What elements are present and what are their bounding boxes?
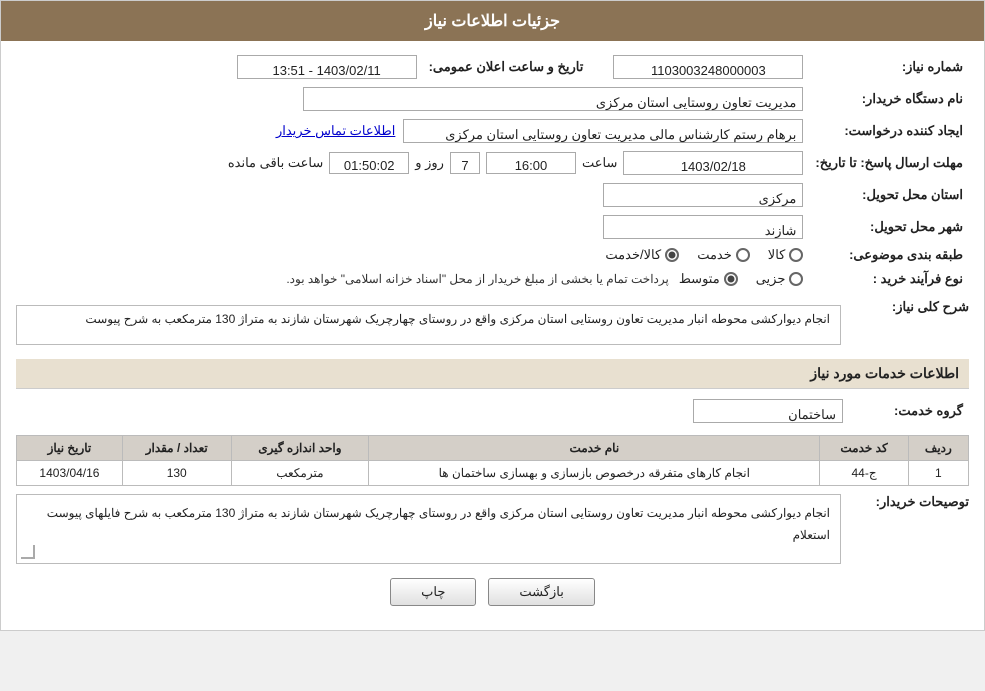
page-title: جزئیات اطلاعات نیاز	[1, 1, 984, 41]
print-button[interactable]: چاپ	[390, 578, 476, 606]
farayand-jozi[interactable]: جزیی	[756, 271, 804, 287]
mohlat-roz-value: 7	[450, 152, 480, 174]
tabaghe-khedmat[interactable]: خدمت	[697, 247, 750, 263]
tabaghe-label: طبقه بندی موضوعی:	[809, 243, 969, 267]
back-button[interactable]: بازگشت	[488, 578, 594, 606]
cell-0: 1	[908, 461, 968, 486]
cell-3: مترمکعب	[231, 461, 369, 486]
mohlat-mande-label: ساعت باقی مانده	[228, 155, 323, 171]
tabaghe-kala-label: کالا	[768, 247, 786, 263]
col-nam: نام خدمت	[369, 436, 820, 461]
ijad-kanandeh-label: ایجاد کننده درخواست:	[809, 115, 969, 147]
shahr-label: شهر محل تحویل:	[809, 211, 969, 243]
shomare-niaz-value: 1103003248000003	[613, 55, 803, 79]
mohlat-saat-value: 16:00	[486, 152, 576, 174]
mohlat-label: مهلت ارسال پاسخ: تا تاریخ:	[809, 147, 969, 179]
radio-motavaset-icon	[724, 272, 738, 286]
radio-kala-khedmat-icon	[665, 248, 679, 262]
cell-1: ج-44	[820, 461, 908, 486]
group-value: ساختمان	[693, 399, 843, 423]
tarikh-label: تاریخ و ساعت اعلان عمومی:	[423, 51, 590, 83]
services-section-title: اطلاعات خدمات مورد نیاز	[16, 359, 969, 389]
mohlat-saat-label: ساعت	[582, 155, 617, 171]
ijad-kanandeh-link[interactable]: اطلاعات تماس خریدار	[276, 123, 395, 139]
tabaghe-kala-khedmat[interactable]: کالا/خدمت	[605, 247, 679, 263]
tarikh-value: 1403/02/11 - 13:51	[237, 55, 417, 79]
tabaghe-khedmat-label: خدمت	[697, 247, 732, 263]
ostan-value: مرکزی	[603, 183, 803, 207]
cell-4: 130	[122, 461, 231, 486]
mohlat-date: 1403/02/18	[623, 151, 803, 175]
ijad-kanandeh-value: برهام رستم کارشناس مالی مدیریت تعاون روس…	[403, 119, 803, 143]
noe-farayand-label: نوع فرآیند خرید :	[809, 267, 969, 291]
nam-dastgah-value: مدیریت تعاون روستایی استان مرکزی	[303, 87, 803, 111]
services-table: ردیف کد خدمت نام خدمت واحد اندازه گیری ت…	[16, 435, 969, 486]
radio-kala-icon	[789, 248, 803, 262]
sharh-value: انجام دیوارکشی محوطه انبار مدیریت تعاون …	[16, 305, 841, 345]
shomare-niaz-label: شماره نیاز:	[809, 51, 969, 83]
tabaghe-kala-khedmat-label: کالا/خدمت	[605, 247, 661, 263]
col-tedad: تعداد / مقدار	[122, 436, 231, 461]
radio-jozi-icon	[789, 272, 803, 286]
radio-khedmat-icon	[736, 248, 750, 262]
description-text: انجام دیوارکشی محوطه انبار مدیریت تعاون …	[16, 494, 841, 564]
cell-2: انجام کارهای متفرقه درخصوص بازسازی و بهس…	[369, 461, 820, 486]
mohlat-roz-label: روز و	[415, 155, 444, 171]
cell-5: 1403/04/16	[17, 461, 123, 486]
col-vahed: واحد اندازه گیری	[231, 436, 369, 461]
nam-dastgah-label: نام دستگاه خریدار:	[809, 83, 969, 115]
sharh-label: شرح کلی نیاز:	[849, 299, 969, 315]
col-tarikh: تاریخ نیاز	[17, 436, 123, 461]
mohlat-mande-value: 01:50:02	[329, 152, 409, 174]
shahr-value: شازند	[603, 215, 803, 239]
table-row: 1ج-44انجام کارهای متفرقه درخصوص بازسازی …	[17, 461, 969, 486]
ostan-label: استان محل تحویل:	[809, 179, 969, 211]
farayand-motavaset-label: متوسط	[679, 271, 720, 287]
buttons-row: بازگشت چاپ	[16, 578, 969, 606]
col-kod: کد خدمت	[820, 436, 908, 461]
farayand-motavaset[interactable]: متوسط	[679, 271, 738, 287]
tabaghe-kala[interactable]: کالا	[768, 247, 804, 263]
group-label: گروه خدمت:	[849, 395, 969, 427]
col-radif: ردیف	[908, 436, 968, 461]
description-label: توصیحات خریدار:	[849, 494, 969, 510]
farayand-jozi-label: جزیی	[756, 271, 786, 287]
farayand-note: پرداخت تمام یا بخشی از مبلغ خریدار از مح…	[286, 272, 669, 286]
